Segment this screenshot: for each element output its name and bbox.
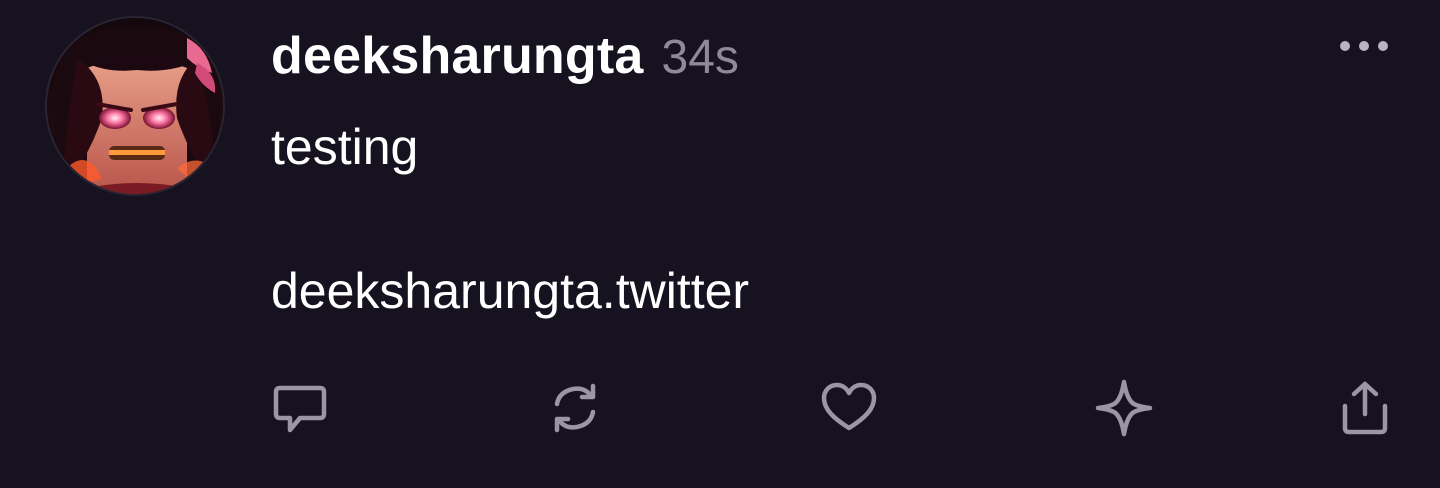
reply-button[interactable] <box>268 376 332 440</box>
reply-icon <box>273 385 327 433</box>
post-card[interactable]: deeksharungta 34s testing deeksharungta.… <box>0 0 1440 488</box>
action-bar <box>0 376 1440 440</box>
repost-icon <box>554 383 596 433</box>
more-dot <box>1378 41 1388 51</box>
heart-icon <box>821 382 877 431</box>
more-dot <box>1340 41 1350 51</box>
sparkle-icon <box>1095 379 1153 437</box>
more-dot <box>1359 41 1369 51</box>
like-button[interactable] <box>817 376 881 440</box>
share-icon <box>1342 381 1388 435</box>
timestamp[interactable]: 34s <box>662 30 739 85</box>
username[interactable]: deeksharungta <box>271 26 644 86</box>
more-options-icon[interactable] <box>1340 36 1388 56</box>
post-text-line-2: deeksharungta.twitter <box>271 263 750 319</box>
post-text-line-1: testing <box>271 119 419 175</box>
sparkle-button[interactable] <box>1092 376 1156 440</box>
share-button[interactable] <box>1333 376 1397 440</box>
post-header: deeksharungta 34s <box>271 26 739 86</box>
avatar[interactable] <box>45 16 225 196</box>
repost-button[interactable] <box>543 376 607 440</box>
